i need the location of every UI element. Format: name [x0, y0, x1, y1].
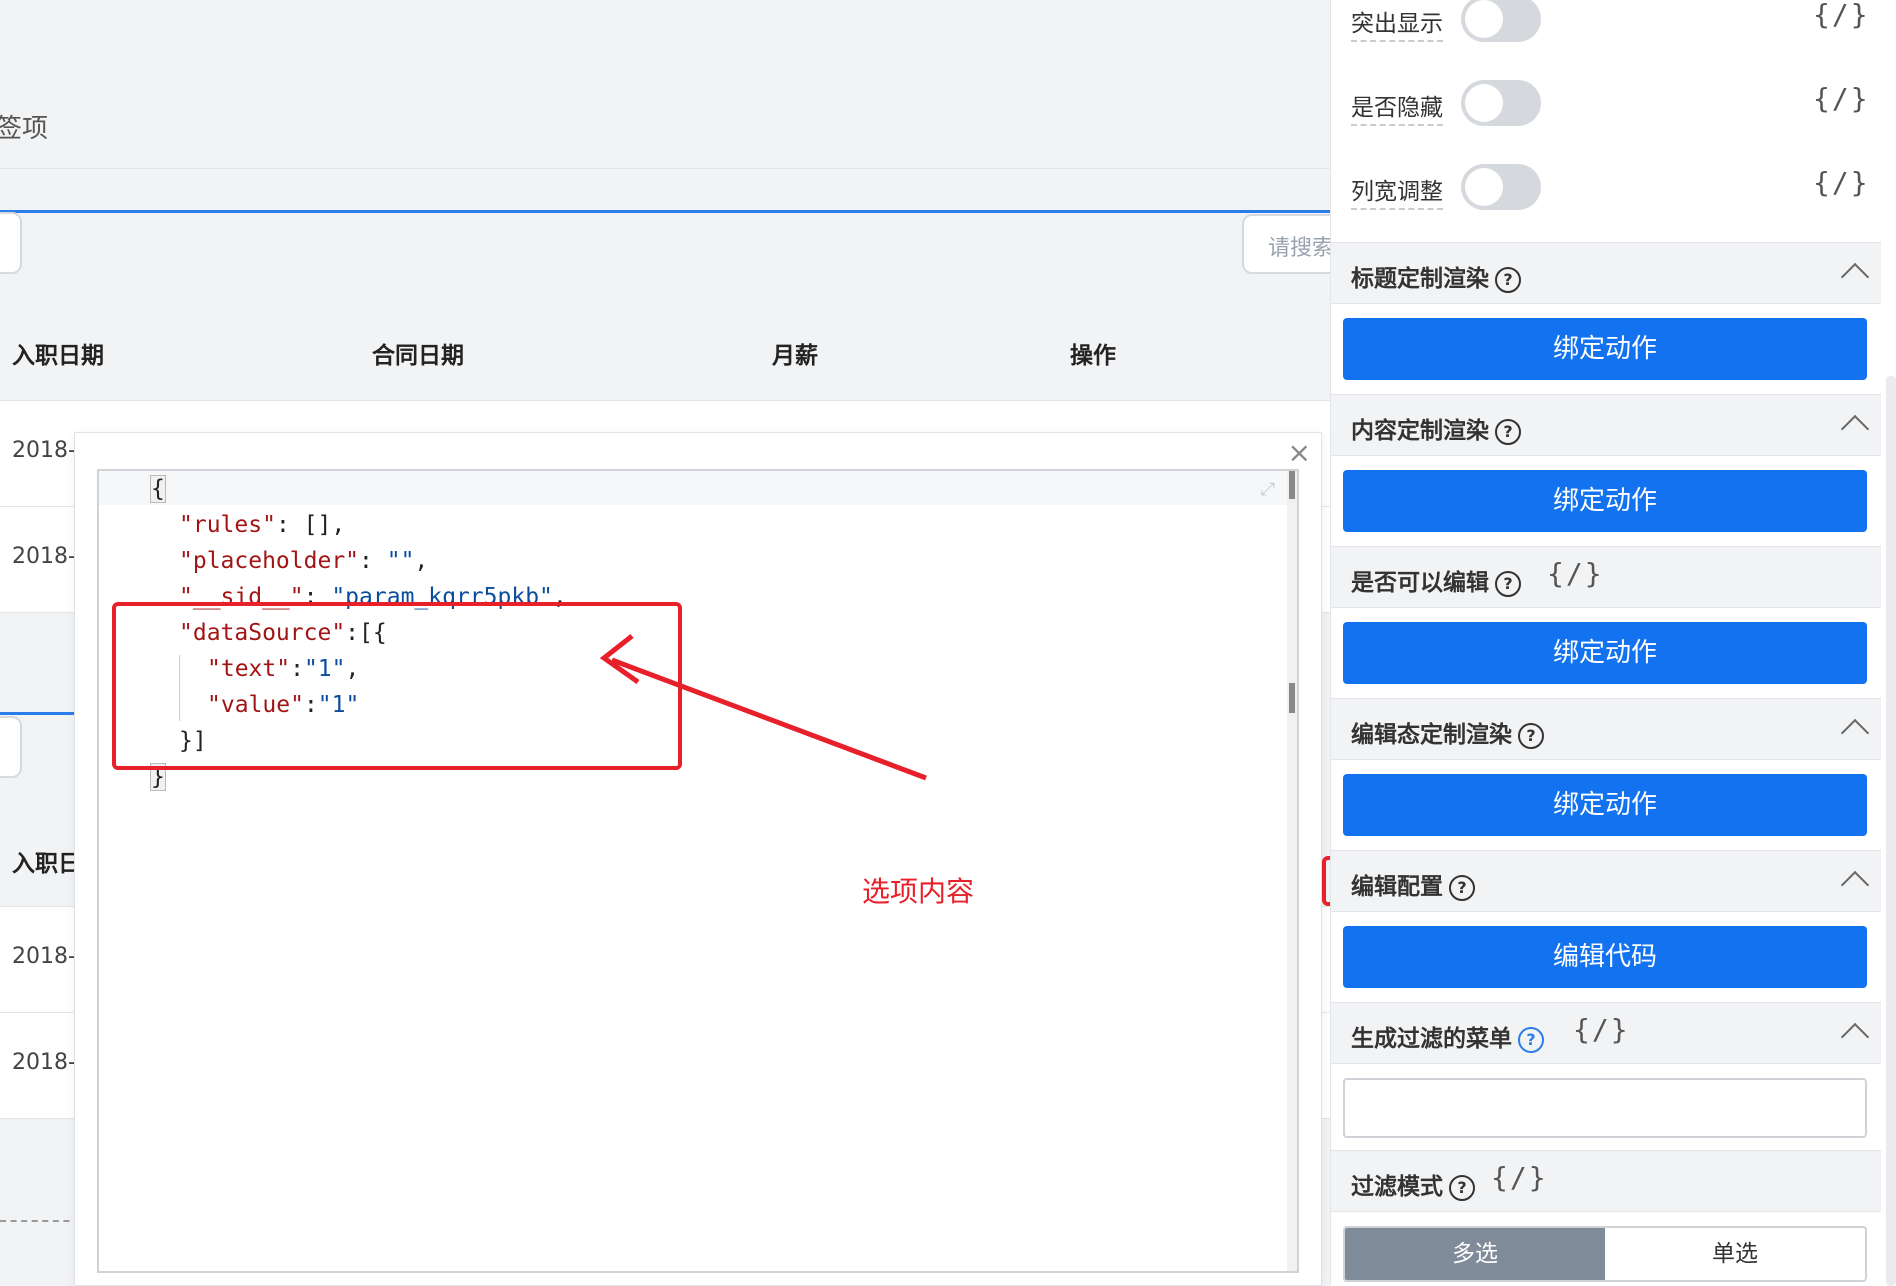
chevron-up-icon[interactable]: [1840, 262, 1870, 292]
code-editor-dialog: × ⤢ { "rules": [], "placeholder": "", "_…: [74, 432, 1322, 1286]
code-editor[interactable]: ⤢ { "rules": [], "placeholder": "", "__s…: [97, 469, 1299, 1273]
help-icon[interactable]: ?: [1449, 1174, 1475, 1201]
section-header-edit-config[interactable]: 编辑配置?: [1331, 850, 1881, 912]
help-icon[interactable]: ?: [1449, 874, 1475, 901]
section-title: 内容定制渲染?: [1351, 411, 1521, 445]
hidden-toggle[interactable]: [1461, 80, 1541, 126]
column-header-salary[interactable]: 月薪: [772, 336, 818, 370]
tab-title[interactable]: 签项: [0, 108, 48, 145]
toggle-knob: [1465, 168, 1503, 206]
column-resize-toggle[interactable]: [1461, 164, 1541, 210]
column-header-hire-date[interactable]: 入职日: [12, 844, 81, 878]
filter-menu-input[interactable]: [1343, 1078, 1867, 1138]
chevron-up-icon[interactable]: [1840, 870, 1870, 900]
active-line-highlight: [99, 471, 1289, 505]
variable-binding-icon[interactable]: {/}: [1813, 82, 1870, 115]
filter-box-stub[interactable]: [0, 212, 22, 274]
help-icon[interactable]: ?: [1518, 722, 1544, 749]
divider: [0, 400, 1330, 401]
scrollbar-thumb[interactable]: [1289, 471, 1295, 499]
edit-code-button[interactable]: 编辑代码: [1343, 926, 1867, 988]
close-icon[interactable]: ×: [1288, 439, 1311, 467]
toggle-label: 突出显示: [1351, 4, 1443, 42]
toggle-knob: [1465, 0, 1503, 38]
filter-mode-single-option[interactable]: 单选: [1605, 1228, 1865, 1280]
code-line: {: [150, 475, 166, 503]
annotation-label: 选项内容: [862, 875, 975, 908]
annotation-box-datasource: [112, 602, 682, 770]
section-title-text: 过滤模式: [1351, 1174, 1443, 1200]
active-tab-underline: [0, 712, 80, 715]
section-title-text: 是否可以编辑: [1351, 570, 1489, 596]
section-title: 标题定制渲染?: [1351, 259, 1521, 293]
column-header-actions[interactable]: 操作: [1070, 336, 1116, 370]
divider: [0, 168, 1330, 169]
section-title: 生成过滤的菜单?: [1351, 1019, 1544, 1053]
chevron-up-icon[interactable]: [1840, 718, 1870, 748]
section-title: 过滤模式?: [1351, 1167, 1475, 1201]
divider: [0, 1220, 80, 1222]
settings-panel: 突出显示 {/} 是否隐藏 {/} 列宽调整 {/} 标题定制渲染? 绑定动作 …: [1330, 0, 1896, 1286]
variable-binding-icon[interactable]: {/}: [1547, 557, 1604, 590]
variable-binding-icon[interactable]: {/}: [1491, 1161, 1548, 1194]
search-input[interactable]: 请搜索: [1242, 214, 1330, 274]
section-title-text: 生成过滤的菜单: [1351, 1026, 1512, 1052]
bind-action-button[interactable]: 绑定动作: [1343, 470, 1867, 532]
toggle-label: 是否隐藏: [1351, 88, 1443, 126]
section-title-text: 编辑态定制渲染: [1351, 722, 1512, 748]
section-header-filter-mode[interactable]: 过滤模式? {/}: [1331, 1150, 1881, 1212]
section-header-title-render[interactable]: 标题定制渲染?: [1331, 242, 1881, 304]
section-title: 编辑态定制渲染?: [1351, 715, 1544, 749]
section-header-content-render[interactable]: 内容定制渲染?: [1331, 394, 1881, 456]
filter-box-stub[interactable]: [0, 716, 22, 778]
section-header-filter-menu[interactable]: 生成过滤的菜单? {/}: [1331, 1002, 1881, 1064]
toggle-row-highlight: 突出显示 {/}: [1331, 0, 1896, 84]
variable-binding-icon[interactable]: {/}: [1573, 1013, 1630, 1046]
code-line: "rules": [],: [179, 512, 346, 538]
section-title-text: 内容定制渲染: [1351, 418, 1489, 444]
help-icon[interactable]: ?: [1495, 418, 1521, 445]
toggle-row-column-resize: 列宽调整 {/}: [1331, 164, 1896, 252]
toggle-row-hidden: 是否隐藏 {/}: [1331, 80, 1896, 168]
filter-mode-segmented-control: 多选 单选: [1343, 1226, 1867, 1282]
toggle-knob: [1465, 84, 1503, 122]
section-title: 编辑配置?: [1351, 867, 1475, 901]
code-line: "placeholder": "",: [179, 548, 429, 574]
bind-action-button[interactable]: 绑定动作: [1343, 774, 1867, 836]
variable-binding-icon[interactable]: {/}: [1813, 166, 1870, 199]
help-icon[interactable]: ?: [1495, 570, 1521, 597]
active-tab-underline: [0, 210, 1330, 213]
section-header-editable[interactable]: 是否可以编辑? {/}: [1331, 546, 1881, 608]
toggle-label: 列宽调整: [1351, 172, 1443, 210]
variable-binding-icon[interactable]: {/}: [1813, 0, 1870, 31]
scrollbar[interactable]: [1287, 471, 1297, 1271]
help-icon[interactable]: ?: [1495, 266, 1521, 293]
filter-mode-multi-option[interactable]: 多选: [1345, 1228, 1605, 1280]
column-header-contract-date[interactable]: 合同日期: [372, 336, 464, 370]
scrollbar[interactable]: [1886, 376, 1896, 1286]
section-header-edit-render[interactable]: 编辑态定制渲染?: [1331, 698, 1881, 760]
section-title: 是否可以编辑?: [1351, 563, 1521, 597]
expand-icon[interactable]: ⤢: [1261, 479, 1275, 500]
section-title-text: 标题定制渲染: [1351, 266, 1489, 292]
highlight-toggle[interactable]: [1461, 0, 1541, 42]
chevron-up-icon[interactable]: [1840, 414, 1870, 444]
section-title-text: 编辑配置: [1351, 874, 1443, 900]
column-header-hire-date[interactable]: 入职日期: [12, 336, 104, 370]
bind-action-button[interactable]: 绑定动作: [1343, 622, 1867, 684]
scrollbar-thumb[interactable]: [1289, 683, 1295, 713]
chevron-up-icon[interactable]: [1840, 1022, 1870, 1052]
bind-action-button[interactable]: 绑定动作: [1343, 318, 1867, 380]
help-icon[interactable]: ?: [1518, 1026, 1544, 1053]
